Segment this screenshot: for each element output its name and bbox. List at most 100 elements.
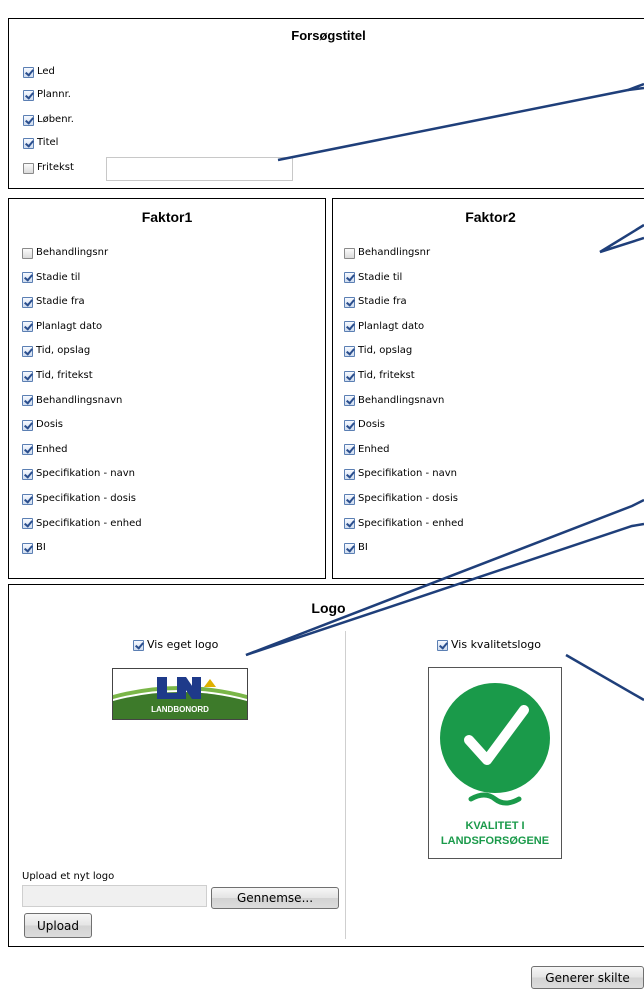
factor2-option-tid-opslag[interactable]: Tid, opslag [344,345,412,357]
factor2-option-behandlingsnavn-label: Behandlingsnavn [358,394,445,406]
quality-logo: KVALITET I LANDSFORSØGENE [428,667,562,859]
fritekst-input[interactable] [106,157,293,181]
factor2-option-planlagt-dato-checkbox[interactable] [344,321,355,333]
factor1-option-enhed-label: Enhed [36,443,68,455]
factor2-option-behandlingsnavn-checkbox[interactable] [344,395,355,407]
factor1-option-bi-label: BI [36,542,46,554]
factor1-option-dosis[interactable]: Dosis [22,419,63,431]
factor1-option-dosis-checkbox[interactable] [22,419,33,431]
title-option-titel[interactable]: Titel [23,137,58,149]
factor1-option-stadie-til[interactable]: Stadie til [22,272,80,284]
title-option-led[interactable]: Led [23,66,55,78]
own-logo-checkbox[interactable] [133,639,144,651]
factor2-option-specifikation-navn[interactable]: Specifikation - navn [344,468,457,480]
factor1-option-tid-opslag-checkbox[interactable] [22,345,33,357]
factor1-option-behandlingsnavn-checkbox[interactable] [22,395,33,407]
factor1-option-specifikation-dosis-label: Specifikation - dosis [36,493,136,504]
factor2-option-enhed[interactable]: Enhed [344,444,390,456]
factor1-option-specifikation-enhed-checkbox[interactable] [22,518,33,530]
factor2-option-tid-fritekst-checkbox[interactable] [344,370,355,382]
title-section: Forsøgstitel [8,18,644,189]
factor2-option-enhed-label: Enhed [358,443,390,455]
factor1-option-specifikation-navn-label: Specifikation - navn [36,468,136,480]
title-option-løbenr[interactable]: Løbenr. [23,114,74,126]
landbonord-logo-text: LANDBONORD [151,705,209,714]
factor1-option-specifikation-dosis[interactable]: Specifikation - dosis [22,493,136,505]
factor2-option-specifikation-navn-label: Specifikation - navn [358,468,458,480]
factor2-option-specifikation-enhed-checkbox[interactable] [344,518,355,530]
factor1-option-stadie-til-checkbox[interactable] [22,272,33,284]
factor2-option-dosis-checkbox[interactable] [344,419,355,431]
factor2-option-specifikation-enhed[interactable]: Specifikation - enhed [344,518,464,530]
factor1-option-tid-fritekst-checkbox[interactable] [22,370,33,382]
factor1-option-stadie-fra[interactable]: Stadie fra [22,296,85,308]
quality-logo-option[interactable]: Vis kvalitetslogo [437,639,541,651]
factor2-option-specifikation-dosis-checkbox[interactable] [344,493,355,505]
title-section-heading: Forsøgstitel [291,28,366,43]
file-path-input[interactable] [22,885,207,907]
factor2-option-bi[interactable]: BI [344,542,368,554]
factor1-option-planlagt-dato[interactable]: Planlagt dato [22,321,102,333]
factor1-option-dosis-label: Dosis [36,419,64,431]
factor1-option-stadie-fra-checkbox[interactable] [22,296,33,308]
factor2-option-stadie-til-label: Stadie til [358,271,403,283]
factor2-option-tid-opslag-label: Tid, opslag [358,345,413,357]
title-option-led-checkbox[interactable] [23,66,34,78]
factor1-option-specifikation-dosis-checkbox[interactable] [22,493,33,505]
upload-button[interactable]: Upload [24,913,92,938]
factor1-option-behandlingsnr-checkbox[interactable] [22,247,33,259]
factor2-option-stadie-til-checkbox[interactable] [344,272,355,284]
factor1-option-behandlingsnr[interactable]: Behandlingsnr [22,247,108,259]
factor2-heading: Faktor2 [465,209,516,225]
factor2-option-stadie-fra-checkbox[interactable] [344,296,355,308]
quality-logo-checkbox[interactable] [437,639,448,651]
quality-logo-label: Vis kvalitetslogo [451,638,541,651]
title-option-fritekst[interactable]: Fritekst [23,162,74,174]
factor2-option-stadie-fra-label: Stadie fra [358,296,407,308]
factor1-option-behandlingsnavn[interactable]: Behandlingsnavn [22,395,122,407]
title-option-plannr[interactable]: Plannr. [23,89,71,101]
quality-logo-line1: KVALITET I [465,820,525,832]
generate-signs-button[interactable]: Generer skilte [531,966,644,989]
factor2-option-specifikation-navn-checkbox[interactable] [344,468,355,480]
factor1-option-bi-checkbox[interactable] [22,542,33,554]
title-option-titel-checkbox[interactable] [23,137,34,149]
factor2-option-stadie-fra[interactable]: Stadie fra [344,296,407,308]
factor2-option-tid-opslag-checkbox[interactable] [344,345,355,357]
factor1-option-specifikation-enhed[interactable]: Specifikation - enhed [22,518,142,530]
factor1-option-tid-fritekst-label: Tid, fritekst [36,370,93,381]
factor2-option-stadie-til[interactable]: Stadie til [344,272,402,284]
title-option-plannr-checkbox[interactable] [23,89,34,101]
factor2-option-behandlingsnr-label: Behandlingsnr [358,247,431,258]
factor2-option-behandlingsnavn[interactable]: Behandlingsnavn [344,395,444,407]
factor2-option-tid-fritekst[interactable]: Tid, fritekst [344,370,415,382]
factor1-option-enhed[interactable]: Enhed [22,444,68,456]
title-option-fritekst-checkbox[interactable] [23,162,34,174]
factor2-option-dosis[interactable]: Dosis [344,419,385,431]
factor1-option-behandlingsnr-label: Behandlingsnr [36,247,109,258]
factor1-option-bi[interactable]: BI [22,542,46,554]
factor2-option-planlagt-dato[interactable]: Planlagt dato [344,321,424,333]
factor1-option-planlagt-dato-label: Planlagt dato [36,320,103,332]
factor1-option-specifikation-navn[interactable]: Specifikation - navn [22,468,135,480]
landbonord-logo: LANDBONORD [112,668,248,720]
factor1-option-tid-fritekst[interactable]: Tid, fritekst [22,370,93,382]
factor2-option-specifikation-dosis[interactable]: Specifikation - dosis [344,493,458,505]
browse-button[interactable]: Gennemse... [211,887,339,909]
factor1-option-stadie-fra-label: Stadie fra [36,296,85,308]
factor1-option-enhed-checkbox[interactable] [22,444,33,456]
factor1-option-tid-opslag[interactable]: Tid, opslag [22,345,90,357]
title-option-led-label: Led [37,66,55,77]
factor1-heading: Faktor1 [141,209,193,225]
title-option-løbenr-checkbox[interactable] [23,114,34,126]
factor2-option-enhed-checkbox[interactable] [344,444,355,456]
upload-label: Upload et nyt logo [22,871,115,882]
factor2-option-behandlingsnr[interactable]: Behandlingsnr [344,247,430,259]
factor2-option-behandlingsnr-checkbox[interactable] [344,247,355,259]
factor2-option-bi-checkbox[interactable] [344,542,355,554]
own-logo-option[interactable]: Vis eget logo [133,639,218,651]
factor2-option-dosis-label: Dosis [358,419,386,431]
factor1-option-specifikation-navn-checkbox[interactable] [22,468,33,480]
factor1-option-planlagt-dato-checkbox[interactable] [22,321,33,333]
factor1-option-tid-opslag-label: Tid, opslag [36,345,91,357]
